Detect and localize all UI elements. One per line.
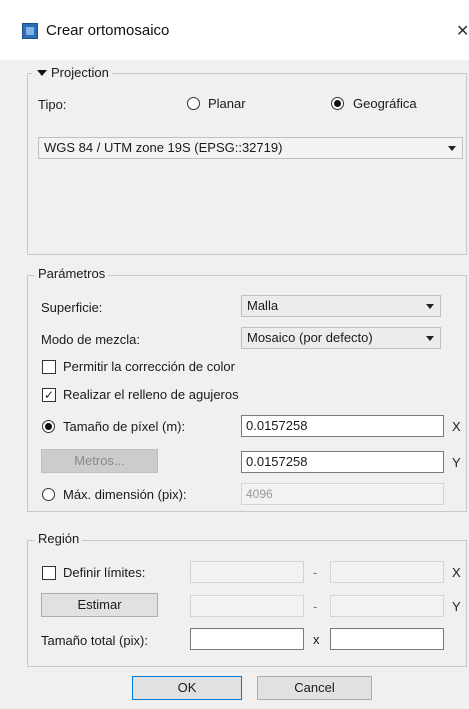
chevron-down-icon — [426, 304, 434, 309]
planar-label[interactable]: Planar — [208, 96, 246, 111]
max-dimension-radio[interactable] — [42, 488, 55, 501]
surface-select[interactable]: Malla — [241, 295, 441, 317]
range-dash: - — [313, 599, 318, 614]
geografica-radio[interactable] — [331, 97, 344, 110]
total-size-width-input[interactable] — [190, 628, 304, 650]
surface-label: Superficie: — [41, 300, 103, 315]
hole-filling-checkbox[interactable]: ✓ — [42, 388, 56, 402]
pixel-y-label: Y — [452, 455, 461, 470]
chevron-down-icon — [448, 146, 456, 151]
range-dash: - — [313, 565, 318, 580]
close-icon[interactable]: ✕ — [456, 21, 469, 41]
projection-legend[interactable]: Projection — [32, 65, 112, 80]
limit-y-min-input[interactable] — [190, 595, 304, 617]
region-y-label: Y — [452, 599, 461, 614]
color-correction-checkbox[interactable] — [42, 360, 56, 374]
tipo-label: Tipo: — [38, 97, 67, 112]
planar-radio[interactable] — [187, 97, 200, 110]
pixel-size-label[interactable]: Tamaño de píxel (m): — [63, 419, 185, 434]
pixel-x-label: X — [452, 419, 461, 434]
max-dimension-input[interactable]: 4096 — [241, 483, 444, 505]
parameters-title: Parámetros — [35, 266, 109, 281]
blend-select[interactable]: Mosaico (por defecto) — [241, 327, 441, 349]
window-title: Crear ortomosaico — [46, 22, 170, 39]
crs-value: WGS 84 / UTM zone 19S (EPSG::32719) — [44, 140, 283, 155]
geografica-label[interactable]: Geográfica — [353, 96, 417, 111]
chevron-down-icon — [426, 336, 434, 341]
pixel-size-y-input[interactable]: 0.0157258 — [241, 451, 444, 473]
metros-button[interactable]: Metros... — [41, 449, 158, 473]
region-title: Región — [35, 531, 83, 546]
total-size-label: Tamaño total (pix): — [41, 633, 148, 648]
surface-value: Malla — [247, 298, 279, 313]
estimate-button[interactable]: Estimar — [41, 593, 158, 617]
blend-value: Mosaico (por defecto) — [247, 330, 373, 345]
pixel-size-radio[interactable] — [42, 420, 55, 433]
ok-button[interactable]: OK — [132, 676, 242, 700]
hole-filling-label[interactable]: Realizar el relleno de agujeros — [63, 387, 239, 402]
region-x-label: X — [452, 565, 461, 580]
define-limits-checkbox[interactable] — [42, 566, 56, 580]
app-icon — [22, 23, 38, 39]
collapse-arrow-icon[interactable] — [37, 70, 47, 76]
limit-x-min-input[interactable] — [190, 561, 304, 583]
cancel-button[interactable]: Cancel — [257, 676, 372, 700]
color-correction-label[interactable]: Permitir la corrección de color — [63, 359, 235, 374]
define-limits-label[interactable]: Definir límites: — [63, 565, 145, 580]
times-sign: x — [313, 632, 320, 647]
blend-label: Modo de mezcla: — [41, 332, 140, 347]
limit-x-max-input[interactable] — [330, 561, 444, 583]
max-dimension-label[interactable]: Máx. dimensión (pix): — [63, 487, 187, 502]
limit-y-max-input[interactable] — [330, 595, 444, 617]
crs-select[interactable]: WGS 84 / UTM zone 19S (EPSG::32719) — [38, 137, 463, 159]
pixel-size-x-input[interactable]: 0.0157258 — [241, 415, 444, 437]
total-size-height-input[interactable] — [330, 628, 444, 650]
